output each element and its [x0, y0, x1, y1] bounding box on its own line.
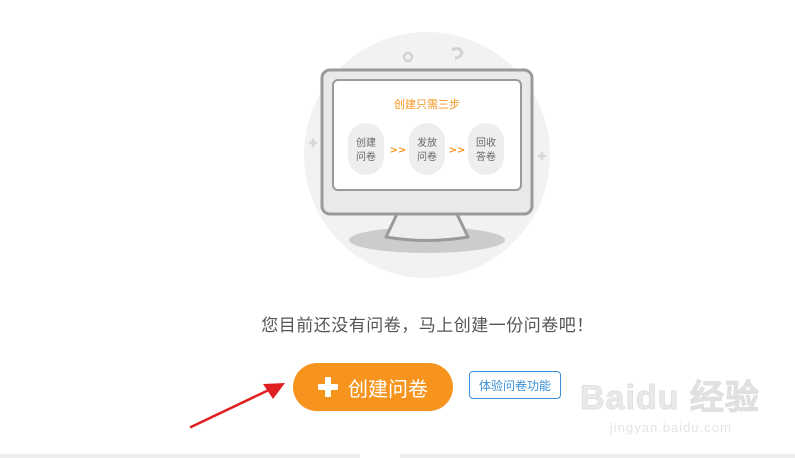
create-survey-button[interactable]: 创建问卷: [293, 363, 453, 411]
red-arrow-annotation-icon: [189, 383, 285, 429]
watermark-logo: Baidu 经验: [580, 379, 760, 418]
step-separator-2: >>: [449, 145, 466, 156]
step-pill-3: [468, 123, 504, 175]
create-survey-button-label: 创建问卷: [348, 376, 428, 401]
watermark-url: jingyan.baidu.com: [610, 420, 732, 435]
step-pill-2: [409, 123, 445, 175]
step-2-line1: 发放: [417, 136, 437, 149]
step-2-line2: 问卷: [417, 150, 437, 163]
empty-state-page: 创建只需三步 创建 问卷 >> 发放 问卷 >> 回收 答卷 您目前还没有问卷，…: [0, 0, 795, 458]
step-pill-1: [348, 123, 384, 175]
step-3-line1: 回收: [476, 136, 496, 149]
monitor-stand: [384, 210, 470, 242]
monitor-graphic: 创建只需三步 创建 问卷 >> 发放 问卷 >> 回收 答卷: [304, 32, 550, 278]
try-survey-features-button[interactable]: 体验问卷功能: [469, 371, 561, 399]
step-separator-1: >>: [390, 145, 407, 156]
step-1-line2: 问卷: [356, 150, 376, 163]
monitor-illustration: 创建只需三步 创建 问卷 >> 发放 问卷 >> 回收 答卷: [300, 30, 560, 290]
step-3-line2: 答卷: [476, 150, 496, 163]
steps-title: 创建只需三步: [394, 97, 460, 111]
baidu-jingyan-watermark: Baidu 经验 jingyan.baidu.com: [580, 370, 770, 440]
empty-state-message: 您目前还没有问卷，马上创建一份问卷吧！: [261, 316, 594, 336]
plus-icon: [318, 377, 338, 397]
step-1-line1: 创建: [356, 136, 376, 149]
bottom-divider: [0, 454, 795, 458]
